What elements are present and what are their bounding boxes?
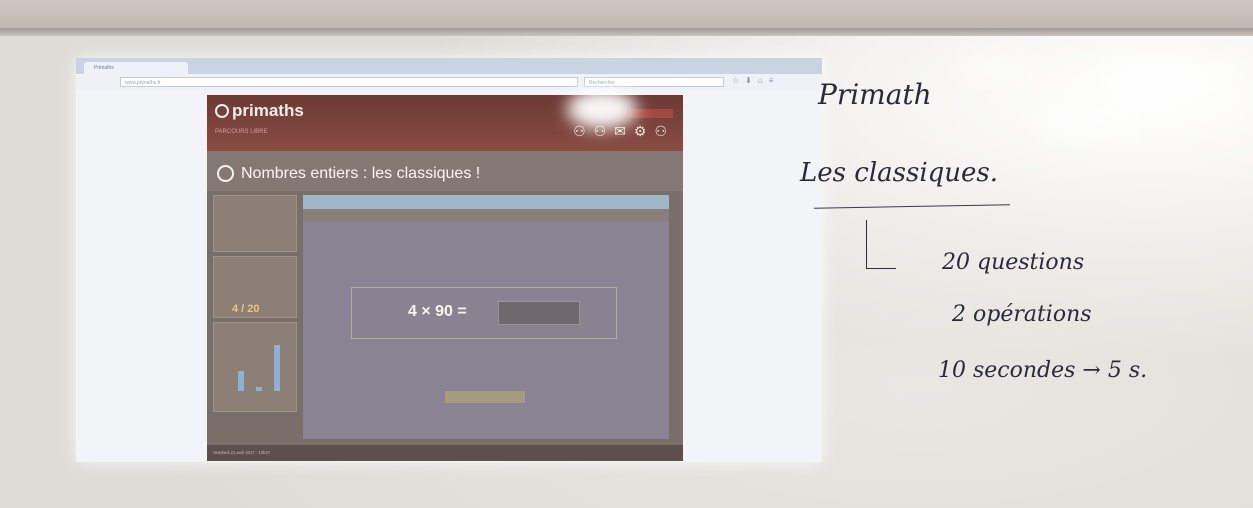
question-panel: 4 × 90 = [303, 221, 669, 439]
light-glare [1090, 60, 1240, 92]
results-line [214, 279, 296, 290]
handwriting-arrow [866, 268, 896, 269]
projector-glare [567, 89, 637, 129]
page-title: Nombres entiers : les classiques ! [241, 165, 481, 182]
settings-line [214, 207, 296, 218]
logo-text: primaths [232, 101, 304, 120]
answer-input[interactable] [498, 301, 580, 325]
browser-tab[interactable]: Primaths [84, 62, 188, 74]
primaths-logo[interactable]: primaths [215, 101, 304, 121]
settings-line [214, 240, 296, 251]
sidebar: 4 / 20 [213, 195, 297, 439]
wall [0, 0, 1253, 30]
results-line [214, 257, 296, 268]
settings-line [214, 196, 296, 207]
question-text: 4 × 90 = [408, 303, 467, 320]
chart-bar [274, 345, 280, 391]
settings-line [214, 229, 296, 240]
app-footer: Vendredi 21 avril 2017 - 13h47 [207, 445, 683, 461]
browser-toolbar-icons[interactable]: ☆⬇⌂≡ [732, 76, 779, 85]
handwriting-questions: 20 questions [942, 250, 1085, 275]
results-line [214, 290, 296, 301]
browser-tab-bar: Primaths [76, 58, 822, 74]
title-bar: Nombres entiers : les classiques ! [207, 151, 683, 191]
app-header: primaths PARCOURS LIBRE ⚇⚇✉⚙⚇ [207, 89, 683, 151]
section-label: PARCOURS LIBRE [215, 129, 268, 135]
score-value: 4 / 20 [232, 303, 260, 315]
handwriting-seconds: 10 secondes → 5 s. [938, 358, 1148, 383]
results-chart [213, 322, 297, 412]
chart-bar [256, 387, 262, 391]
chart-bar [238, 371, 244, 391]
handwriting-subtitle: Les classiques. [800, 158, 999, 188]
primaths-app: primaths PARCOURS LIBRE ⚇⚇✉⚙⚇ Nombres en… [207, 89, 683, 461]
results-line [214, 268, 296, 279]
exercise-area: 4 × 90 = [303, 195, 669, 439]
url-bar[interactable]: www.primaths.fr [120, 77, 578, 87]
handwriting-arrow [866, 220, 867, 268]
settings-box [213, 195, 297, 252]
settings-line [214, 218, 296, 229]
progress-ticks [303, 209, 669, 219]
logo-icon [215, 104, 229, 118]
results-box: 4 / 20 [213, 256, 297, 318]
validate-button[interactable] [445, 391, 525, 403]
question-box: 4 × 90 = [351, 287, 617, 339]
browser-search-input[interactable]: Rechercher [584, 77, 724, 87]
projected-screen: Primaths www.primaths.fr Rechercher ☆⬇⌂≡… [76, 58, 822, 462]
title-icon [217, 165, 234, 182]
light-glare [950, 58, 1040, 78]
handwriting-title: Primath [818, 78, 932, 111]
progress-bar [303, 195, 669, 209]
handwriting-operations: 2 opérations [952, 302, 1092, 327]
light-glare [1030, 110, 1150, 136]
